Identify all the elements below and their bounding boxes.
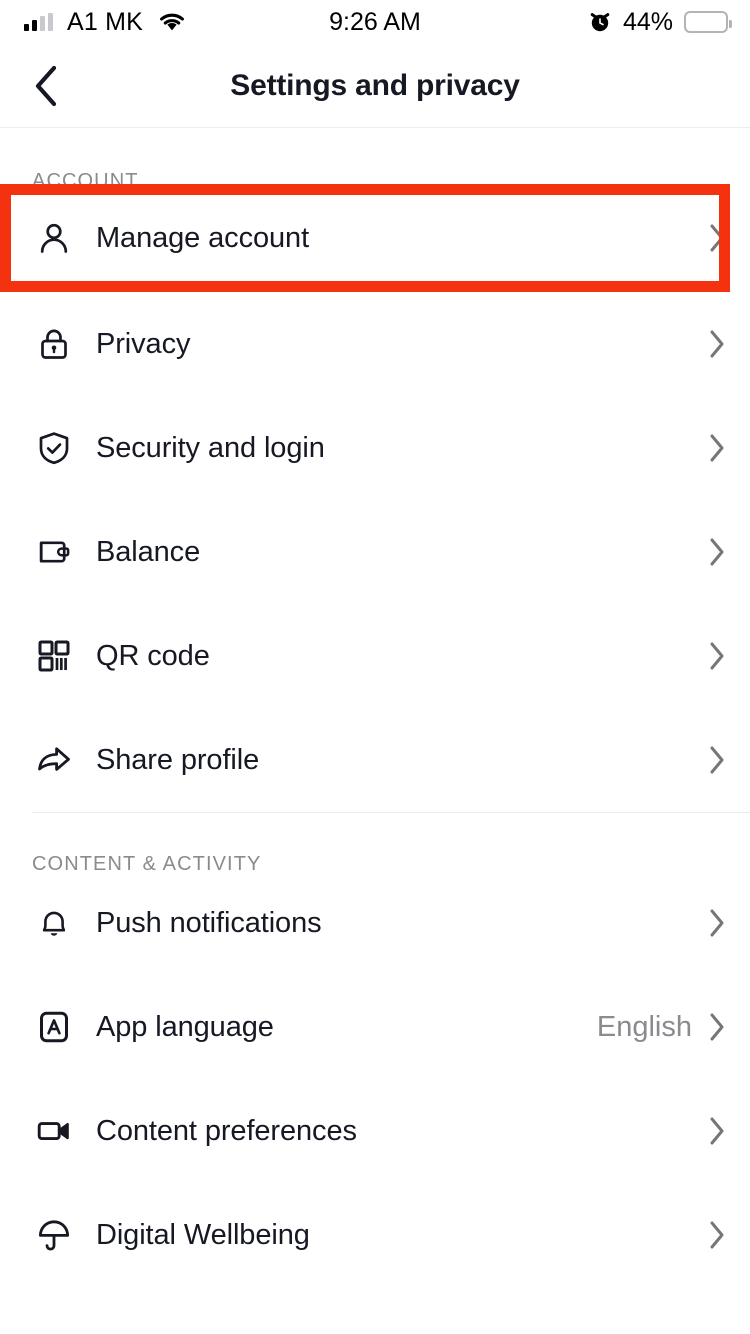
- share-arrow-icon: [32, 738, 76, 782]
- battery-percent-label: 44%: [622, 7, 673, 36]
- wifi-icon: [157, 11, 187, 33]
- chevron-right-icon: [708, 433, 726, 463]
- section-header-content-activity: CONTENT & ACTIVITY: [32, 853, 262, 875]
- chevron-right-icon: [708, 1116, 726, 1146]
- settings-row-label: Security and login: [96, 431, 325, 464]
- settings-row-label: Digital Wellbeing: [96, 1218, 310, 1251]
- settings-row-label: App language: [96, 1010, 274, 1043]
- settings-row-label: Content preferences: [96, 1114, 357, 1147]
- app-language-value: English: [596, 1010, 692, 1043]
- settings-row-app-language[interactable]: App language English: [0, 975, 750, 1079]
- settings-row-manage-account[interactable]: Manage account: [0, 184, 750, 292]
- settings-row-label: Balance: [96, 535, 201, 568]
- lock-icon: [32, 322, 76, 366]
- chevron-right-icon: [708, 908, 726, 938]
- phone-screen: A1 MK 9:26 AM 44% Settings and privacy A…: [0, 0, 750, 1334]
- settings-row-privacy[interactable]: Privacy: [0, 292, 750, 396]
- back-button[interactable]: [22, 62, 70, 110]
- settings-row-digital-wellbeing[interactable]: Digital Wellbeing: [0, 1183, 750, 1287]
- bell-icon: [32, 901, 76, 945]
- language-a-icon: [32, 1005, 76, 1049]
- chevron-left-icon: [35, 65, 57, 106]
- settings-row-content-preferences[interactable]: Content preferences: [0, 1079, 750, 1183]
- person-icon: [32, 216, 76, 260]
- nav-bar: Settings and privacy: [0, 44, 750, 128]
- settings-row-security-and-login[interactable]: Security and login: [0, 396, 750, 500]
- settings-row-share-profile[interactable]: Share profile: [0, 708, 750, 812]
- settings-row-label: Manage account: [96, 221, 310, 254]
- umbrella-icon: [32, 1213, 76, 1257]
- settings-row-label: Share profile: [96, 743, 260, 776]
- chevron-right-icon: [708, 745, 726, 775]
- status-bar-right: 44%: [588, 7, 732, 37]
- chevron-right-icon: [708, 329, 726, 359]
- battery-icon: [684, 11, 732, 33]
- wallet-icon: [32, 530, 76, 574]
- carrier-label: A1 MK: [67, 7, 144, 36]
- manage-account-highlight-wrap: Manage account: [0, 184, 750, 292]
- chevron-right-icon: [708, 223, 726, 253]
- page-title: Settings and privacy: [230, 68, 520, 102]
- settings-row-label: Push notifications: [96, 906, 322, 939]
- settings-row-label: Privacy: [96, 327, 191, 360]
- chevron-right-icon: [708, 1220, 726, 1250]
- shield-check-icon: [32, 426, 76, 470]
- chevron-right-icon: [708, 1012, 726, 1042]
- settings-row-push-notifications[interactable]: Push notifications: [0, 871, 750, 975]
- settings-row-qr-code[interactable]: QR code: [0, 604, 750, 708]
- chevron-right-icon: [708, 537, 726, 567]
- status-bar-left: A1 MK: [24, 8, 187, 37]
- cellular-signal-icon: [24, 13, 53, 31]
- section-header-account: ACCOUNT: [32, 170, 139, 192]
- alarm-clock-icon: [588, 10, 612, 34]
- video-camera-icon: [32, 1109, 76, 1153]
- status-bar: A1 MK 9:26 AM 44%: [0, 0, 750, 44]
- qr-code-icon: [32, 634, 76, 678]
- settings-row-label: QR code: [96, 639, 210, 672]
- settings-row-balance[interactable]: Balance: [0, 500, 750, 604]
- chevron-right-icon: [708, 641, 726, 671]
